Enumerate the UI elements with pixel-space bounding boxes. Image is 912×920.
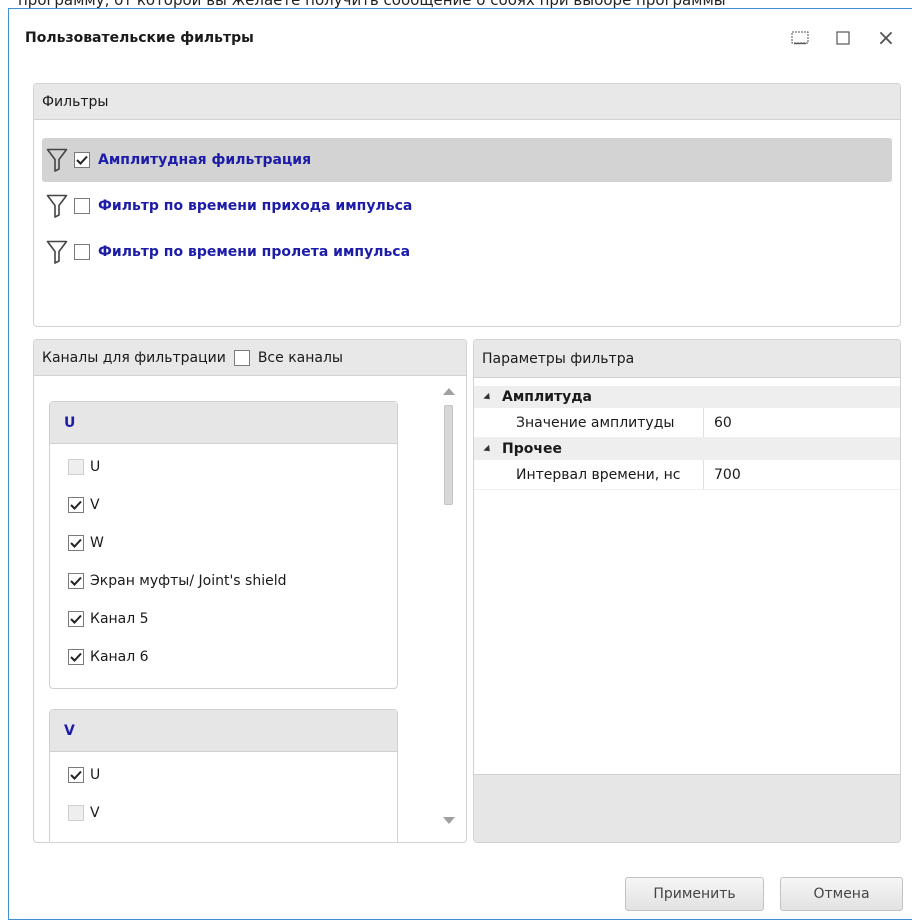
channel-checkbox[interactable] xyxy=(68,649,84,665)
param-value[interactable]: 60 xyxy=(704,415,732,431)
channels-panel: Каналы для фильтрации Все каналы U U V W Экр… xyxy=(33,339,467,843)
funnel-icon xyxy=(46,148,68,172)
channel-checkbox[interactable] xyxy=(68,611,84,627)
restore-down-button[interactable] xyxy=(789,27,811,49)
background-app-strip: программу, от которой вы желаете получит… xyxy=(0,0,912,8)
filter-item[interactable]: Фильтр по времени пролета импульса xyxy=(42,230,892,274)
channel-item[interactable]: U xyxy=(68,764,100,786)
param-category-label: Амплитуда xyxy=(502,389,593,405)
channel-label: U xyxy=(90,767,101,783)
channel-checkbox xyxy=(68,459,84,475)
filter-params-panel: Параметры фильтра Амплитуда Значение ампл… xyxy=(473,339,901,843)
filter-item[interactable]: Амплитудная фильтрация xyxy=(42,138,892,182)
channel-label: V xyxy=(90,805,100,821)
channel-item: U xyxy=(68,456,100,478)
apply-button[interactable]: Применить xyxy=(625,877,764,911)
param-category[interactable]: Амплитуда xyxy=(474,386,900,408)
channels-header: Каналы для фильтрации Все каналы xyxy=(34,340,466,376)
custom-filters-dialog: Пользовательские фильтры × Фильтры Ампли… xyxy=(8,8,912,920)
param-category-label: Прочее xyxy=(502,441,562,457)
channel-label: W xyxy=(90,535,104,551)
channel-group-title: V xyxy=(50,710,397,752)
checkmark-icon xyxy=(70,770,82,780)
background-text: программу, от которой вы желаете получит… xyxy=(18,0,726,8)
channel-group-title: U xyxy=(50,402,397,444)
filters-panel: Фильтры Амплитудная фильтрация Фильтр по … xyxy=(33,83,901,327)
checkmark-icon xyxy=(70,652,82,662)
channel-checkbox xyxy=(68,805,84,821)
param-name: Интервал времени, нс xyxy=(474,460,704,489)
channel-item[interactable]: Экран муфты/ Joint's shield xyxy=(68,570,286,592)
channel-checkbox[interactable] xyxy=(68,497,84,513)
channel-label: V xyxy=(90,497,100,513)
close-button[interactable]: × xyxy=(875,25,897,51)
channels-header-label: Каналы для фильтрации xyxy=(42,349,226,366)
checkmark-icon xyxy=(70,538,82,548)
close-icon: × xyxy=(876,25,896,51)
channel-item[interactable]: Канал 6 xyxy=(68,646,149,668)
maximize-button[interactable] xyxy=(832,27,854,49)
scroll-down-arrow-icon[interactable] xyxy=(443,817,455,824)
channel-item: V xyxy=(68,802,100,824)
restore-down-icon xyxy=(791,31,809,45)
checkmark-icon xyxy=(70,576,82,586)
filters-header: Фильтры xyxy=(34,84,900,120)
channel-checkbox[interactable] xyxy=(68,767,84,783)
channel-item[interactable]: V xyxy=(68,494,100,516)
filter-checkbox[interactable] xyxy=(74,244,90,260)
channel-checkbox[interactable] xyxy=(68,535,84,551)
channel-label: Канал 5 xyxy=(90,611,149,627)
channel-label: Экран муфты/ Joint's shield xyxy=(90,573,287,589)
maximize-icon xyxy=(836,31,850,45)
filter-label[interactable]: Амплитудная фильтрация xyxy=(98,152,311,168)
param-name: Значение амплитуды xyxy=(474,408,704,437)
channel-label: Канал 6 xyxy=(90,649,149,665)
dialog-title: Пользовательские фильтры xyxy=(25,30,254,46)
channel-label: U xyxy=(90,459,101,475)
channel-checkbox[interactable] xyxy=(68,573,84,589)
checkmark-icon xyxy=(70,500,82,510)
channel-group: U U V W Экран муфты/ Joint's shield Канал 5 Ка… xyxy=(49,401,398,689)
all-channels-checkbox[interactable] xyxy=(233,349,250,366)
filter-params-header: Параметры фильтра xyxy=(474,340,900,378)
checkmark-icon xyxy=(70,614,82,624)
title-bar: Пользовательские фильтры × xyxy=(9,9,912,67)
checkmark-icon xyxy=(76,155,88,165)
collapse-triangle-icon[interactable] xyxy=(483,392,493,402)
funnel-icon xyxy=(46,240,68,264)
param-category[interactable]: Прочее xyxy=(474,438,900,460)
channel-item[interactable]: W xyxy=(68,532,104,554)
funnel-icon xyxy=(46,194,68,218)
channels-scrollbar[interactable] xyxy=(439,385,457,832)
scroll-up-arrow-icon[interactable] xyxy=(443,388,455,395)
filter-item[interactable]: Фильтр по времени прихода импульса xyxy=(42,184,892,228)
param-value[interactable]: 700 xyxy=(704,467,741,483)
all-channels-label[interactable]: Все каналы xyxy=(258,350,343,366)
filter-label[interactable]: Фильтр по времени пролета импульса xyxy=(98,244,410,260)
description-area xyxy=(474,774,900,842)
channel-item[interactable]: Канал 5 xyxy=(68,608,149,630)
collapse-triangle-icon[interactable] xyxy=(483,444,493,454)
filter-label[interactable]: Фильтр по времени прихода импульса xyxy=(98,198,412,214)
param-row[interactable]: Интервал времени, нс 700 xyxy=(474,460,900,490)
channel-group: VUV xyxy=(49,709,398,842)
scroll-thumb[interactable] xyxy=(444,405,453,505)
cancel-button[interactable]: Отмена xyxy=(780,877,903,911)
filter-checkbox[interactable] xyxy=(74,198,90,214)
param-row[interactable]: Значение амплитуды 60 xyxy=(474,408,900,438)
filter-checkbox[interactable] xyxy=(74,152,90,168)
